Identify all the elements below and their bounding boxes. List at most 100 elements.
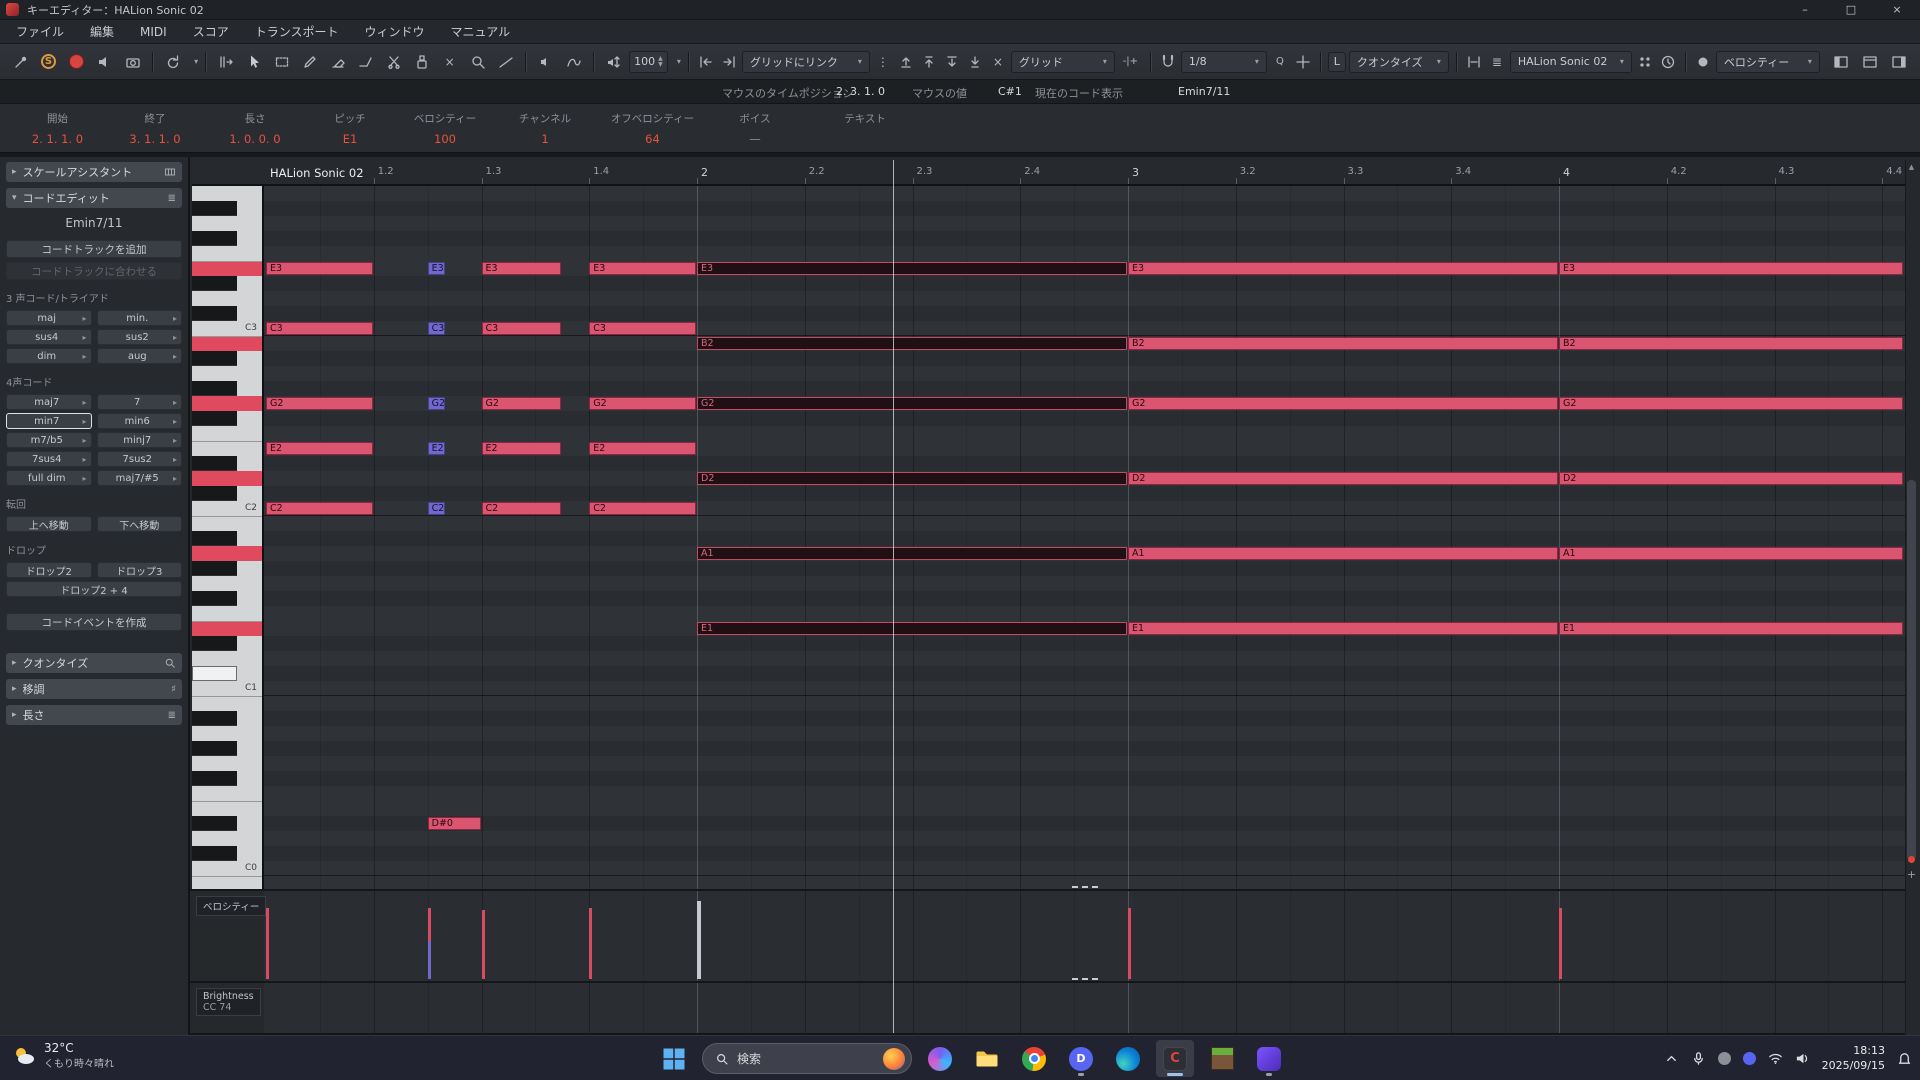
highlighted-key[interactable] (192, 261, 262, 276)
chord-m7b5-button[interactable]: m7/b5 ▸ (6, 432, 92, 448)
chord-sus4-button[interactable]: sus4 ▸ (6, 329, 92, 345)
chord-maj-button[interactable]: maj ▸ (6, 310, 92, 326)
menu-dots-icon[interactable]: ⋮ (873, 50, 893, 74)
minimize-button[interactable]: – (1782, 0, 1828, 20)
chord-7sus4-button[interactable]: 7sus4 ▸ (6, 451, 92, 467)
line-tool[interactable] (493, 50, 518, 74)
midi-note[interactable]: E1 (1559, 622, 1903, 635)
midi-note[interactable]: A1 (697, 547, 1127, 560)
taskbar-search[interactable]: 検索 (702, 1043, 912, 1074)
hovered-key[interactable] (192, 666, 237, 681)
section-transpose[interactable]: ▸ 移調 ♯ (6, 679, 182, 699)
midi-note[interactable]: C3 (589, 322, 696, 335)
midi-note[interactable]: C3 (481, 322, 562, 335)
chord-dim-button[interactable]: dim ▸ (6, 348, 92, 364)
info-voice[interactable]: ボイス — (710, 111, 800, 152)
black-key[interactable] (192, 411, 237, 426)
right-zone-toggle-icon[interactable] (1887, 50, 1912, 74)
midi-note[interactable]: E3 (427, 262, 445, 275)
black-key[interactable] (192, 531, 237, 546)
chord-min-button[interactable]: min. ▸ (96, 310, 182, 326)
midi-note[interactable]: A1 (1128, 547, 1558, 560)
match-chord-track-button[interactable]: コードトラックに合わせる (6, 262, 182, 280)
taskbar-app-explorer[interactable] (968, 1040, 1006, 1077)
midi-note[interactable]: C3 (427, 322, 445, 335)
menu-file[interactable]: ファイル (16, 23, 64, 40)
part-list-icon[interactable]: ≣ (1487, 50, 1507, 74)
midi-note[interactable]: D2 (1128, 472, 1558, 485)
midi-note[interactable]: D2 (1559, 472, 1903, 485)
chord-aug-button[interactable]: aug ▸ (96, 348, 182, 364)
chord-min7-button[interactable]: min7 ▸ (6, 413, 92, 429)
lane-divider[interactable] (190, 981, 1916, 983)
zoom-tool[interactable] (465, 50, 490, 74)
notification-bell-icon[interactable] (1897, 1051, 1912, 1066)
taskbar-app-minecraft[interactable] (1203, 1040, 1241, 1077)
midi-note[interactable]: E1 (1128, 622, 1558, 635)
snapshot-icon[interactable] (120, 50, 145, 74)
section-scale-assistant[interactable]: ▸ スケールアシスタント (6, 162, 182, 182)
grid-type-select[interactable]: グリッド ▾ (1010, 50, 1115, 73)
lane-resize-handle[interactable] (1072, 886, 1098, 888)
info-start[interactable]: 開始 2. 1. 1. 0 (10, 111, 105, 152)
glue-tool[interactable] (409, 50, 434, 74)
event-colors-icon[interactable] (1693, 50, 1713, 74)
mic-icon[interactable] (1691, 1051, 1706, 1066)
move-down-more-icon[interactable] (965, 50, 985, 74)
midi-note[interactable]: D#0 (427, 817, 481, 830)
highlighted-key[interactable] (192, 336, 262, 351)
mute-tool[interactable]: × (437, 50, 462, 74)
drop2-button[interactable]: ドロップ2 (6, 562, 92, 578)
black-key[interactable] (192, 456, 237, 471)
black-key[interactable] (192, 636, 237, 651)
draw-tool[interactable] (297, 50, 322, 74)
velocity-bar[interactable] (697, 901, 701, 979)
midi-note[interactable]: E3 (266, 262, 373, 275)
chord-min6-button[interactable]: min6 ▸ (96, 413, 182, 429)
menu-manual[interactable]: マニュアル (451, 23, 511, 40)
black-key[interactable] (192, 771, 237, 786)
left-zone-toggle-icon[interactable] (1829, 50, 1854, 74)
taskbar-app-chrome[interactable] (1015, 1040, 1053, 1077)
info-channel[interactable]: チャンネル 1 (495, 111, 595, 152)
black-key[interactable] (192, 846, 237, 861)
black-key[interactable] (192, 486, 237, 501)
move-up-icon[interactable] (896, 50, 916, 74)
info-length[interactable]: 長さ 1. 0. 0. 0 (205, 111, 305, 152)
grid-overlay-icon[interactable] (1635, 50, 1655, 74)
black-key[interactable] (192, 591, 237, 606)
highlighted-key[interactable] (192, 546, 262, 561)
midi-note[interactable]: E2 (589, 442, 696, 455)
velocity-bar[interactable] (481, 910, 485, 979)
insert-velocity-icon[interactable] (601, 50, 626, 74)
loop-icon[interactable] (160, 50, 185, 74)
maximize-button[interactable]: □ (1828, 0, 1874, 20)
velocity-bar[interactable] (1128, 908, 1131, 979)
quantize-preset-select[interactable]: 1/8 ▾ (1180, 50, 1267, 73)
menu-midi[interactable]: MIDI (140, 25, 167, 39)
pin-icon[interactable] (8, 50, 33, 74)
loop-caret-icon[interactable]: ▾ (194, 57, 198, 66)
info-pitch[interactable]: ピッチ E1 (305, 111, 395, 152)
info-text[interactable]: テキスト (800, 111, 930, 152)
acoustic-feedback-button[interactable] (92, 50, 117, 74)
curve-icon[interactable] (561, 50, 586, 74)
section-chord-edit[interactable]: ▾ コードエディット ≣ (6, 188, 182, 208)
midi-note[interactable]: E3 (1128, 262, 1558, 275)
chord-maj7s5-button[interactable]: maj7/#5 ▸ (96, 470, 182, 486)
tray-discord-icon[interactable] (1742, 1052, 1756, 1065)
create-chord-event-button[interactable]: コードイベントを作成 (6, 613, 182, 631)
inversion-down-button[interactable]: 下へ移動 (96, 516, 182, 532)
erase-tool[interactable] (325, 50, 350, 74)
black-key[interactable] (192, 351, 237, 366)
quantize-apply-icon[interactable]: Q (1270, 50, 1290, 74)
section-length[interactable]: ▸ 長さ ≣ (6, 705, 182, 725)
add-chord-track-button[interactable]: コードトラックを追加 (6, 240, 182, 258)
black-key[interactable] (192, 201, 237, 216)
move-up-more-icon[interactable] (919, 50, 939, 74)
grid-link-select[interactable]: グリッドにリンク ▾ (741, 50, 870, 73)
insert-velocity-spinbox[interactable]: 100 ▲ ▼ (629, 50, 668, 73)
length-quantize-select[interactable]: クオンタイズ ▾ (1348, 50, 1449, 73)
midi-note[interactable]: E2 (481, 442, 562, 455)
midi-note[interactable]: G2 (266, 397, 373, 410)
